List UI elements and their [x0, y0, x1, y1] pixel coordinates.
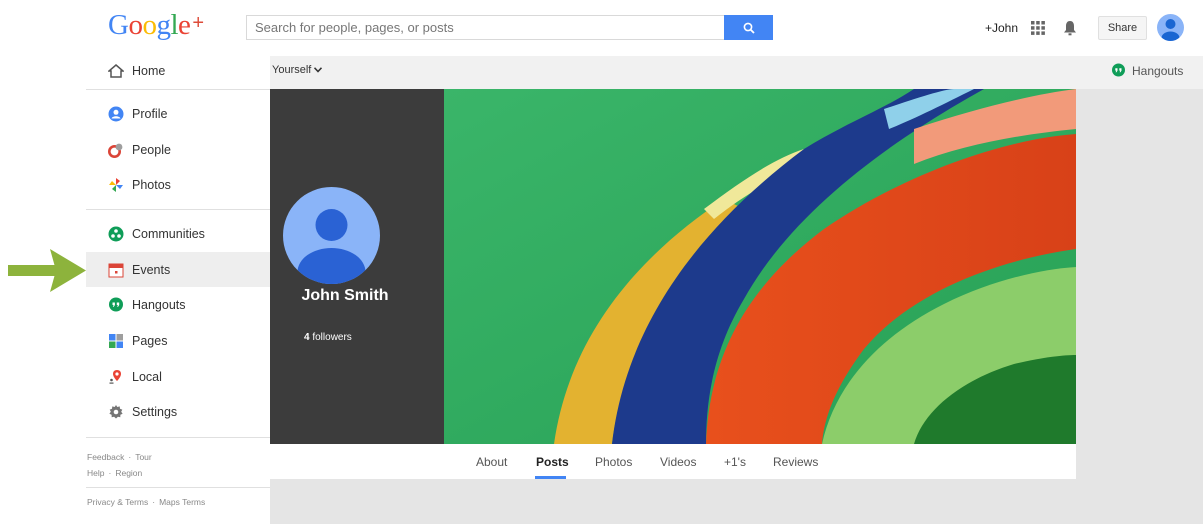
- sidebar-legal-links: Privacy & Terms · Maps Terms: [87, 497, 206, 507]
- sidebar-item-label: Communities: [132, 226, 205, 241]
- followers-number: 4: [304, 332, 310, 343]
- view-as-dropdown[interactable]: Yourself: [272, 64, 323, 76]
- cover-photo[interactable]: [444, 89, 1076, 444]
- apps-grid-icon[interactable]: [1031, 0, 1045, 56]
- tab-videos[interactable]: Videos: [660, 444, 696, 479]
- settings-gear-icon: [108, 404, 124, 420]
- tab-photos[interactable]: Photos: [595, 444, 632, 479]
- maps-terms-link[interactable]: Maps Terms: [159, 497, 205, 507]
- sidebar-item-label: Hangouts: [132, 297, 186, 312]
- chevron-down-icon: [314, 67, 323, 73]
- region-link[interactable]: Region: [115, 468, 142, 478]
- hangouts-label: Hangouts: [1132, 63, 1184, 78]
- active-tab-indicator: [535, 476, 566, 479]
- sidebar-item-events[interactable]: Events: [86, 252, 270, 287]
- privacy-terms-link[interactable]: Privacy & Terms: [87, 497, 148, 507]
- highlight-arrow-icon: [8, 249, 86, 292]
- sidebar-item-label: Events: [132, 262, 171, 277]
- sidebar-item-communities[interactable]: Communities: [86, 216, 270, 251]
- search-button[interactable]: [724, 15, 773, 40]
- search-icon: [743, 22, 755, 34]
- search-box: [246, 15, 725, 40]
- sidebar-divider: [86, 437, 270, 438]
- tour-link[interactable]: Tour: [135, 452, 152, 462]
- followers-count[interactable]: 4 followers: [304, 332, 352, 343]
- followers-label: followers: [312, 332, 352, 343]
- sub-header-bar: [270, 56, 1203, 89]
- top-bar: Google+ +John Share: [0, 0, 1203, 56]
- hangouts-icon: [1112, 63, 1125, 77]
- sidebar-item-settings[interactable]: Settings: [86, 394, 270, 429]
- view-as-label: Yourself: [272, 64, 312, 76]
- sidebar-item-pages[interactable]: Pages: [86, 323, 270, 358]
- communities-icon: [108, 226, 124, 242]
- sidebar-item-label: Settings: [132, 404, 178, 419]
- tab-posts[interactable]: Posts: [536, 444, 569, 479]
- sidebar-divider: [86, 487, 270, 488]
- logo-plus: +: [192, 12, 204, 34]
- sidebar-item-photos[interactable]: Photos: [86, 167, 270, 202]
- tab-about[interactable]: About: [476, 444, 507, 479]
- sidebar-divider: [86, 209, 270, 210]
- home-icon: [108, 63, 124, 79]
- profile-icon: [108, 106, 124, 122]
- local-map-pin-icon: [108, 369, 124, 385]
- sidebar-item-home[interactable]: Home: [86, 53, 270, 88]
- people-icon: [108, 142, 124, 158]
- tab-reviews[interactable]: Reviews: [773, 444, 818, 479]
- sidebar-item-label: People: [132, 142, 171, 157]
- profile-avatar[interactable]: [283, 187, 380, 284]
- logo-text: Google: [108, 9, 191, 41]
- sidebar-item-label: Photos: [132, 177, 171, 192]
- sidebar-footer-links: Feedback · Tour Help · Region: [87, 452, 152, 478]
- sidebar-item-label: Profile: [132, 106, 168, 121]
- events-calendar-icon: [108, 262, 124, 278]
- notifications-bell-icon[interactable]: [1063, 0, 1077, 56]
- search-input[interactable]: [247, 16, 724, 39]
- google-plus-logo[interactable]: Google +: [108, 9, 204, 42]
- help-link[interactable]: Help: [87, 468, 104, 478]
- photos-pinwheel-icon: [108, 177, 124, 193]
- share-button[interactable]: Share: [1098, 16, 1147, 40]
- sidebar-item-label: Home: [132, 63, 166, 78]
- sidebar-divider: [86, 89, 270, 90]
- tab-plus-ones[interactable]: +1's: [724, 444, 746, 479]
- sidebar-item-profile[interactable]: Profile: [86, 96, 270, 131]
- sidebar-item-label: Pages: [132, 333, 168, 348]
- pages-icon: [108, 333, 124, 349]
- hangouts-icon: [108, 297, 124, 313]
- profile-name: John Smith: [301, 287, 389, 304]
- page: Google+ +John Share Yourself Ha: [0, 0, 1203, 524]
- user-profile-link[interactable]: +John: [985, 0, 1018, 56]
- account-avatar[interactable]: [1157, 14, 1184, 41]
- hangouts-button[interactable]: Hangouts: [1111, 63, 1183, 78]
- sidebar-item-people[interactable]: People: [86, 132, 270, 167]
- sidebar-item-label: Local: [132, 369, 162, 384]
- feedback-link[interactable]: Feedback: [87, 452, 124, 462]
- sidebar-item-hangouts[interactable]: Hangouts: [86, 287, 270, 322]
- sidebar-item-local[interactable]: Local: [86, 359, 270, 394]
